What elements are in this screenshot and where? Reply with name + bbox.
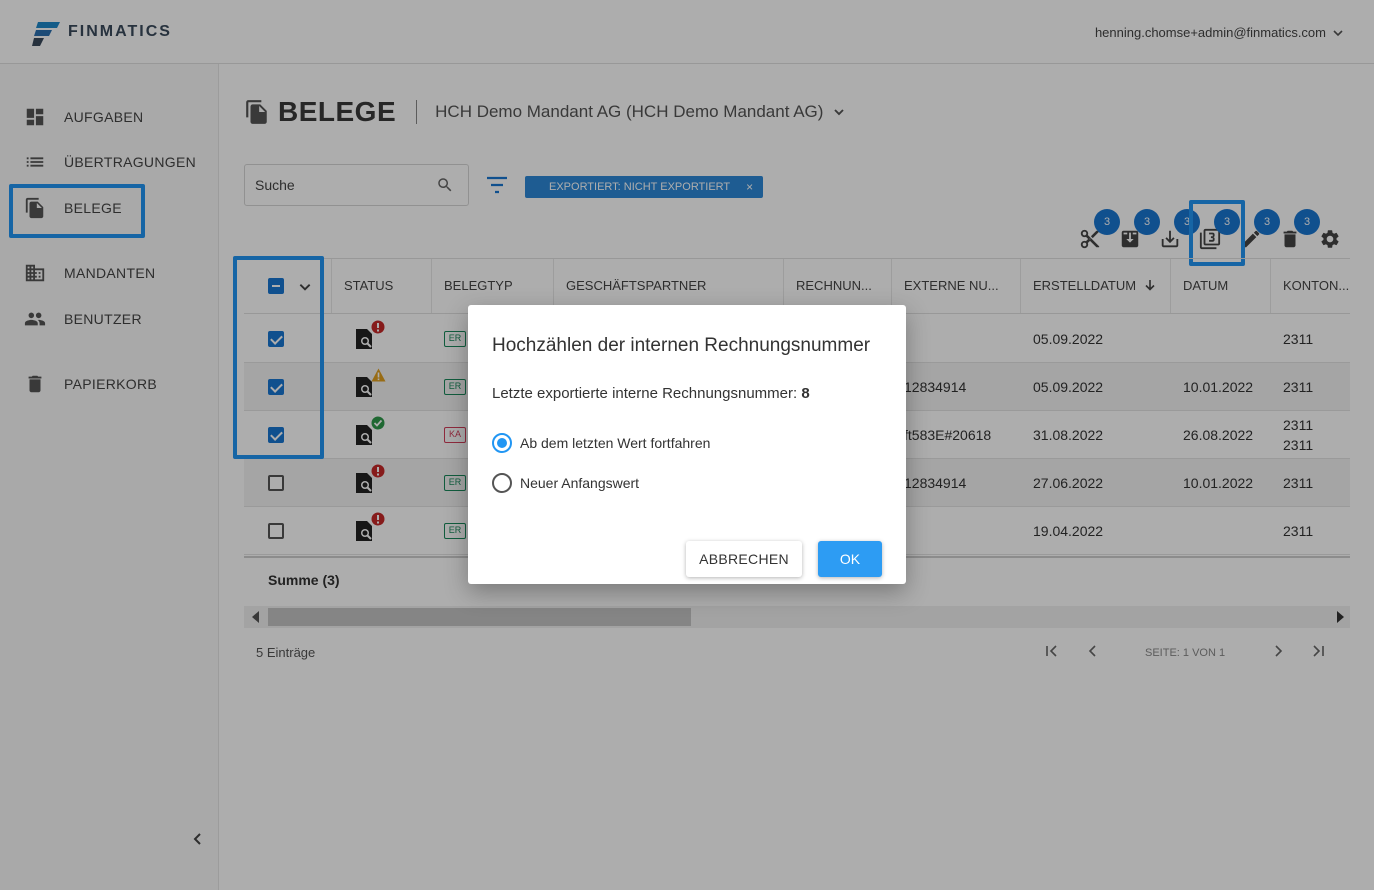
dialog-title: Hochzählen der internen Rechnungsnummer	[492, 335, 871, 356]
option-new-start-label: Neuer Anfangswert	[520, 475, 640, 491]
radio-new-start[interactable]	[492, 473, 512, 493]
ok-button[interactable]: OK	[818, 541, 882, 577]
option-continue-label: Ab dem letzten Wert fortfahren	[520, 435, 711, 451]
last-exported-number-value: 8	[801, 385, 810, 402]
increment-number-dialog: Hochzählen der internen Rechnungsnummer …	[468, 305, 906, 584]
option-new-start[interactable]: Neuer Anfangswert	[492, 473, 639, 493]
last-exported-number: Letzte exportierte interne Rechnungsnumm…	[492, 385, 810, 402]
radio-continue[interactable]	[492, 433, 512, 453]
cancel-button[interactable]: ABBRECHEN	[686, 541, 802, 577]
last-exported-number-label: Letzte exportierte interne Rechnungsnumm…	[492, 385, 798, 402]
option-continue[interactable]: Ab dem letzten Wert fortfahren	[492, 433, 710, 453]
